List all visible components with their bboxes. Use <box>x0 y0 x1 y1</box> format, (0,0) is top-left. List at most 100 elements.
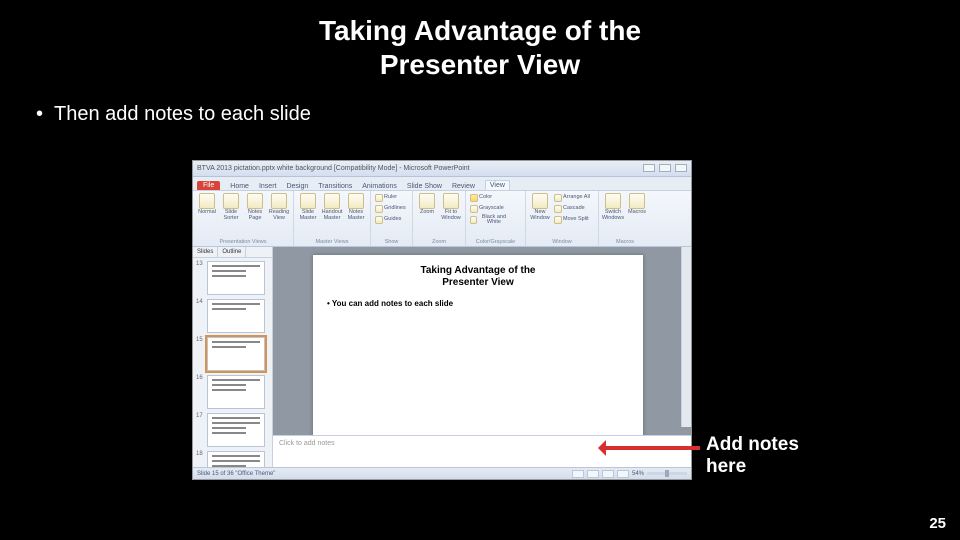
notes-page-button[interactable]: Notes Page <box>245 193 265 223</box>
tab-home[interactable]: Home <box>230 183 249 190</box>
thumbnail[interactable]: 18 <box>196 451 269 467</box>
handout-master-icon <box>324 193 340 209</box>
zoom-button[interactable]: Zoom <box>417 193 437 223</box>
group-zoom: Zoom Fit to Window Zoom <box>413 191 466 246</box>
canvas-scroll: Taking Advantage of the Presenter View •… <box>273 247 691 435</box>
group-window: New Window Arrange All Cascade Move Spli… <box>526 191 599 246</box>
ribbon-tabstrip: File Home Insert Design Transitions Anim… <box>193 177 691 191</box>
thumbnail[interactable]: 13 <box>196 261 269 295</box>
thumbnail-list: 13 14 15 16 17 18 <box>193 258 272 467</box>
macros-icon <box>629 193 645 209</box>
window-titlebar: BTVA 2013 pictation.pptx white backgroun… <box>193 161 691 177</box>
new-window-button[interactable]: New Window <box>530 193 550 223</box>
grayscale-button[interactable]: Grayscale <box>470 204 510 214</box>
thumbnail-selected[interactable]: 15 <box>196 337 269 371</box>
color-button[interactable]: Color <box>470 193 510 203</box>
arrange-icon <box>554 194 562 202</box>
slide-title: Taking Advantage of the Presenter View <box>0 0 960 81</box>
checkbox-icon <box>375 216 383 224</box>
slideshow-view-icon[interactable] <box>617 470 629 478</box>
window-title-text: BTVA 2013 pictation.pptx white backgroun… <box>197 165 470 172</box>
canvas-bullet: • You can add notes to each slide <box>327 299 629 308</box>
tab-insert[interactable]: Insert <box>259 183 277 190</box>
group-presentation-views: Normal Slide Sorter Notes Page Reading V… <box>193 191 294 246</box>
callout-arrow <box>600 446 700 450</box>
move-split-button[interactable]: Move Split <box>554 215 594 225</box>
window-controls <box>641 164 687 174</box>
slide-sorter-button[interactable]: Slide Sorter <box>221 193 241 223</box>
editor-area: Slides Outline 13 14 15 16 17 18 Taking … <box>193 247 691 467</box>
slide-panel: Slides Outline 13 14 15 16 17 18 <box>193 247 273 467</box>
notes-master-icon <box>348 193 364 209</box>
bw-button[interactable]: Black and White <box>470 215 510 225</box>
handout-master-button[interactable]: Handout Master <box>322 193 342 223</box>
bullet-row: •Then add notes to each slide <box>0 81 960 126</box>
slide-panel-tabs: Slides Outline <box>193 247 272 258</box>
group-master-views: Slide Master Handout Master Notes Master… <box>294 191 371 246</box>
group-color: Color Grayscale Black and White Color/Gr… <box>466 191 526 246</box>
switch-windows-icon <box>605 193 621 209</box>
minimize-icon[interactable] <box>643 164 655 172</box>
notes-master-button[interactable]: Notes Master <box>346 193 366 223</box>
arrange-all-button[interactable]: Arrange All <box>554 193 594 203</box>
normal-view-button[interactable]: Normal <box>197 193 217 223</box>
switch-windows-button[interactable]: Switch Windows <box>603 193 623 223</box>
status-bar: Slide 15 of 36 "Office Theme" 54% <box>193 467 691 479</box>
canvas-title: Taking Advantage of the Presenter View <box>327 265 629 289</box>
bullet-dot: • <box>36 103 54 126</box>
tab-slideshow[interactable]: Slide Show <box>407 183 442 190</box>
normal-view-icon[interactable] <box>572 470 584 478</box>
guides-checkbox[interactable]: Guides <box>375 215 415 225</box>
zoom-icon <box>419 193 435 209</box>
close-icon[interactable] <box>675 164 687 172</box>
tab-transitions[interactable]: Transitions <box>318 183 352 190</box>
tab-animations[interactable]: Animations <box>362 183 397 190</box>
callout-text: Add notes here <box>706 434 799 478</box>
powerpoint-screenshot: BTVA 2013 pictation.pptx white backgroun… <box>192 160 692 480</box>
slide-master-icon <box>300 193 316 209</box>
slide-master-button[interactable]: Slide Master <box>298 193 318 223</box>
grayscale-icon <box>470 205 478 213</box>
cascade-button[interactable]: Cascade <box>554 204 594 214</box>
maximize-icon[interactable] <box>659 164 671 172</box>
thumbnail[interactable]: 17 <box>196 413 269 447</box>
ruler-checkbox[interactable]: Ruler <box>375 193 415 203</box>
cascade-icon <box>554 205 562 213</box>
move-split-icon <box>554 216 562 224</box>
bw-icon <box>470 216 477 224</box>
gridlines-checkbox[interactable]: Gridlines <box>375 204 415 214</box>
vertical-scrollbar[interactable] <box>681 247 691 427</box>
page-number: 25 <box>929 515 946 532</box>
group-macros: Switch Windows Macros Macros <box>599 191 651 246</box>
fit-window-button[interactable]: Fit to Window <box>441 193 461 223</box>
checkbox-icon <box>375 194 383 202</box>
tab-design[interactable]: Design <box>286 183 308 190</box>
status-left: Slide 15 of 36 "Office Theme" <box>197 471 275 477</box>
macros-button[interactable]: Macros <box>627 193 647 223</box>
normal-view-icon <box>199 193 215 209</box>
zoom-slider[interactable] <box>647 472 687 475</box>
tab-review[interactable]: Review <box>452 183 475 190</box>
color-icon <box>470 194 478 202</box>
thumbnail[interactable]: 16 <box>196 375 269 409</box>
file-tab[interactable]: File <box>197 181 220 190</box>
ribbon-body: Normal Slide Sorter Notes Page Reading V… <box>193 191 691 247</box>
title-line-1: Taking Advantage of the <box>0 14 960 48</box>
group-show: Ruler Gridlines Guides Show <box>371 191 413 246</box>
zoom-percent: 54% <box>632 471 644 477</box>
sorter-view-icon[interactable] <box>587 470 599 478</box>
new-window-icon <box>532 193 548 209</box>
bullet-text: Then add notes to each slide <box>54 103 311 125</box>
outline-tab[interactable]: Outline <box>218 247 246 257</box>
reading-view-icon <box>271 193 287 209</box>
checkbox-icon <box>375 205 383 213</box>
reading-view-icon[interactable] <box>602 470 614 478</box>
slides-tab[interactable]: Slides <box>193 247 218 257</box>
reading-view-button[interactable]: Reading View <box>269 193 289 223</box>
slide-canvas[interactable]: Taking Advantage of the Presenter View •… <box>313 255 643 435</box>
tab-view[interactable]: View <box>485 180 510 190</box>
thumbnail[interactable]: 14 <box>196 299 269 333</box>
notes-pane[interactable]: Click to add notes <box>273 435 691 467</box>
title-line-2: Presenter View <box>0 48 960 82</box>
canvas-wrap: Taking Advantage of the Presenter View •… <box>273 247 691 467</box>
